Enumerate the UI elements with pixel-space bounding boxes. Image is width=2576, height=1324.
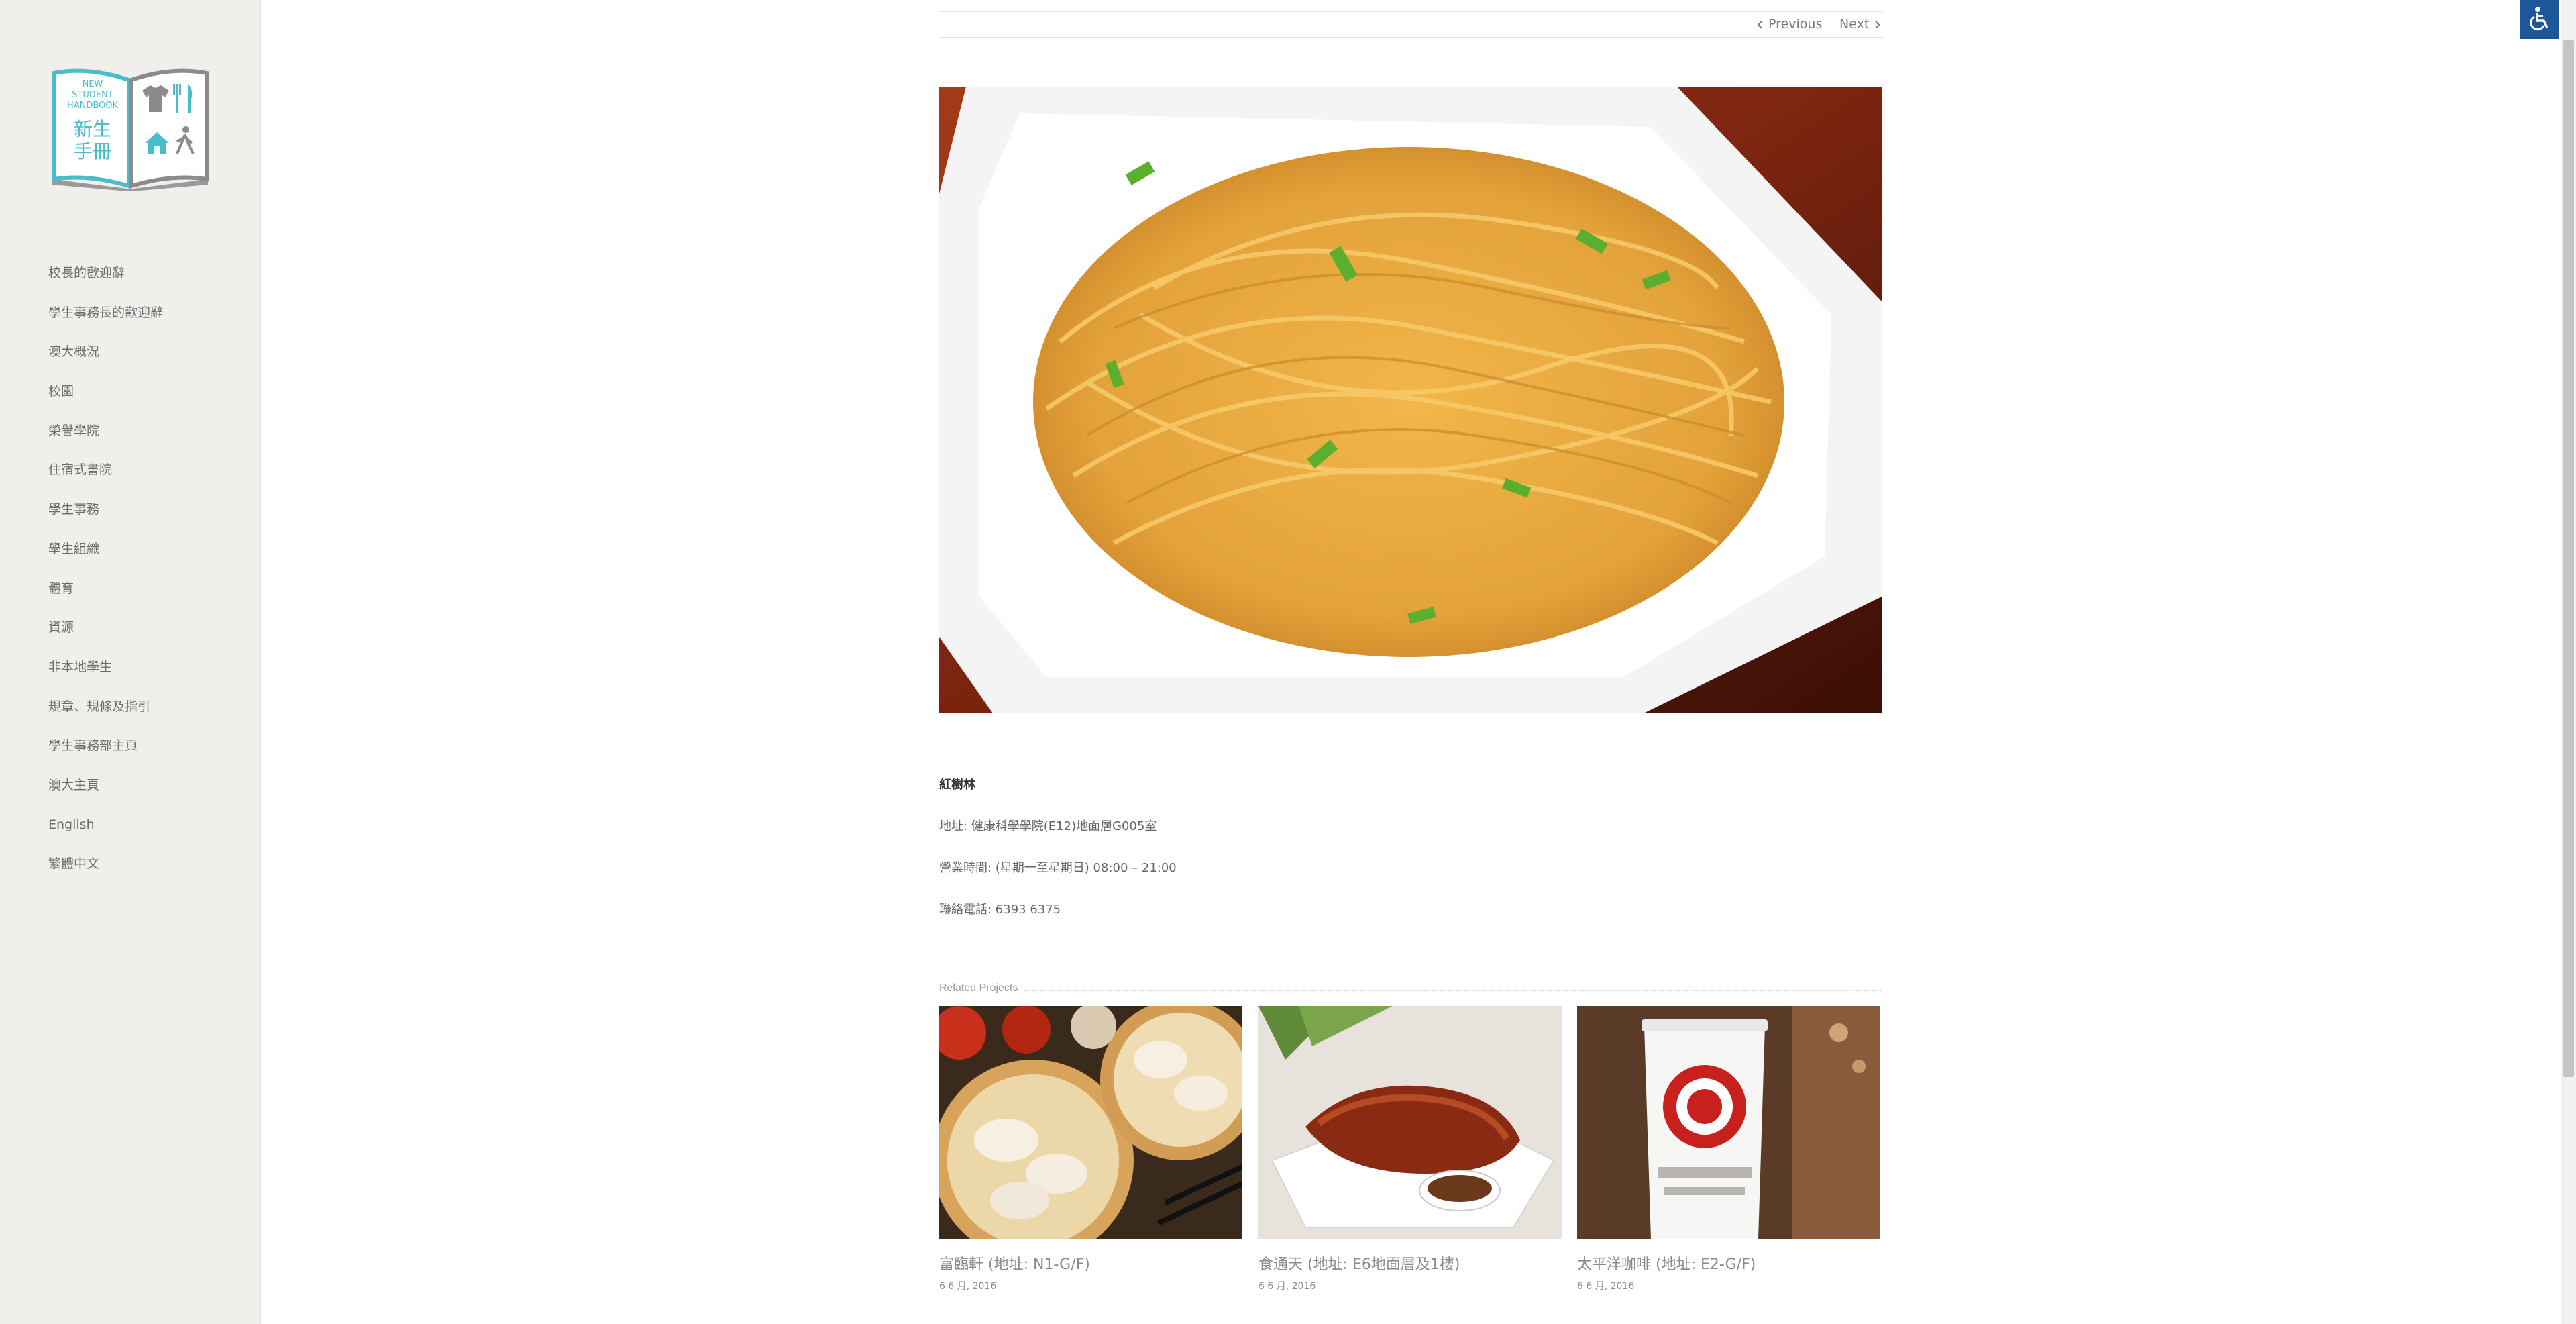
related-date-roast-duck: 6 6 月, 2016: [1258, 1281, 1316, 1292]
sidebar-item-sao-homepage[interactable]: 學生事務部主頁: [48, 732, 163, 772]
related-name-dimsum[interactable]: 富臨軒 (地址: N1-G/F): [939, 1252, 1242, 1274]
sidebar: NEW STUDENT HANDBOOK 新生 手冊 校長的歡迎辭 學生事務長的…: [0, 0, 261, 1324]
related-date-pacific-coffee: 6 6 月, 2016: [1577, 1281, 1635, 1292]
book-logo-icon: NEW STUDENT HANDBOOK 新生 手冊: [52, 68, 209, 191]
sidebar-item-sports[interactable]: 體育: [48, 575, 163, 615]
svg-text:NEW: NEW: [83, 79, 103, 89]
svg-text:新生: 新生: [74, 118, 111, 140]
related-name-pacific-coffee[interactable]: 太平洋咖啡 (地址: E2-G/F): [1577, 1252, 1880, 1274]
related-card-dimsum: 富臨軒 (地址: N1-G/F) 6 6 月, 2016: [939, 1006, 1242, 1292]
sidebar-item-um-homepage[interactable]: 澳大主頁: [48, 772, 163, 811]
pager-bottom-rule: [939, 37, 1882, 38]
next-label: Next: [1839, 17, 1870, 32]
sidebar-item-um-overview[interactable]: 澳大概況: [48, 338, 163, 378]
previous-label: Previous: [1768, 17, 1823, 32]
sidebar-item-honours-college[interactable]: 榮譽學院: [48, 417, 163, 457]
chevron-left-icon: [1756, 17, 1768, 32]
new-student-handbook-logo[interactable]: NEW STUDENT HANDBOOK 新生 手冊: [48, 64, 212, 191]
svg-text:HANDBOOK: HANDBOOK: [67, 101, 119, 111]
project-address: 地址: 健康科學學院(E12)地面層G005室: [939, 819, 1157, 833]
sidebar-item-campus[interactable]: 校園: [48, 378, 163, 417]
related-name-roast-duck[interactable]: 食通天 (地址: E6地面層及1樓): [1258, 1252, 1562, 1274]
sidebar-nav: 校長的歡迎辭 學生事務長的歡迎辭 澳大概況 校園 榮譽學院 住宿式書院 學生事務…: [48, 260, 163, 890]
related-thumb-roast-duck[interactable]: [1258, 1006, 1562, 1239]
related-projects-header: Related Projects: [939, 981, 1882, 1001]
next-link[interactable]: Next: [1839, 15, 1881, 34]
related-projects-title: Related Projects: [939, 982, 1024, 994]
related-thumb-dimsum[interactable]: [939, 1006, 1242, 1239]
wheelchair-icon: [2526, 5, 2553, 34]
project-phone: 聯絡電話: 6393 6375: [939, 903, 1061, 917]
sidebar-item-president-welcome[interactable]: 校長的歡迎辭: [48, 260, 163, 299]
sidebar-item-student-affairs[interactable]: 學生事務: [48, 496, 163, 536]
project-featured-image: [939, 87, 1882, 713]
sidebar-item-residential-colleges[interactable]: 住宿式書院: [48, 456, 163, 496]
sidebar-item-dean-welcome[interactable]: 學生事務長的歡迎辭: [48, 299, 163, 339]
svg-text:STUDENT: STUDENT: [72, 90, 113, 100]
sidebar-item-traditional-chinese[interactable]: 繁體中文: [48, 850, 163, 890]
related-thumb-pacific-coffee[interactable]: [1577, 1006, 1880, 1239]
chevron-right-icon: [1873, 17, 1881, 32]
project-hours: 營業時間: (星期一至星期日) 08:00 – 21:00: [939, 861, 1177, 875]
pager-top-rule: [939, 11, 1882, 12]
sidebar-item-regulations[interactable]: 規章、規條及指引: [48, 693, 163, 733]
sidebar-item-english[interactable]: English: [48, 811, 163, 851]
scrollbar-thumb[interactable]: [2563, 40, 2574, 1077]
related-card-pacific-coffee: 太平洋咖啡 (地址: E2-G/F) 6 6 月, 2016: [1577, 1006, 1880, 1292]
related-date-dimsum: 6 6 月, 2016: [939, 1281, 997, 1292]
svg-text:手冊: 手冊: [74, 140, 111, 162]
previous-link[interactable]: Previous: [1756, 15, 1822, 34]
related-card-roast-duck: 食通天 (地址: E6地面層及1樓) 6 6 月, 2016: [1258, 1006, 1562, 1292]
accessibility-toolbar-button[interactable]: [2520, 0, 2559, 39]
sidebar-item-student-organizations[interactable]: 學生組織: [48, 536, 163, 575]
project-title: 紅樹林: [939, 778, 975, 792]
sidebar-item-non-local-students[interactable]: 非本地學生: [48, 654, 163, 693]
scrollbar[interactable]: [2561, 0, 2576, 1324]
sidebar-item-resources[interactable]: 資源: [48, 614, 163, 654]
related-divider: [939, 990, 1882, 991]
